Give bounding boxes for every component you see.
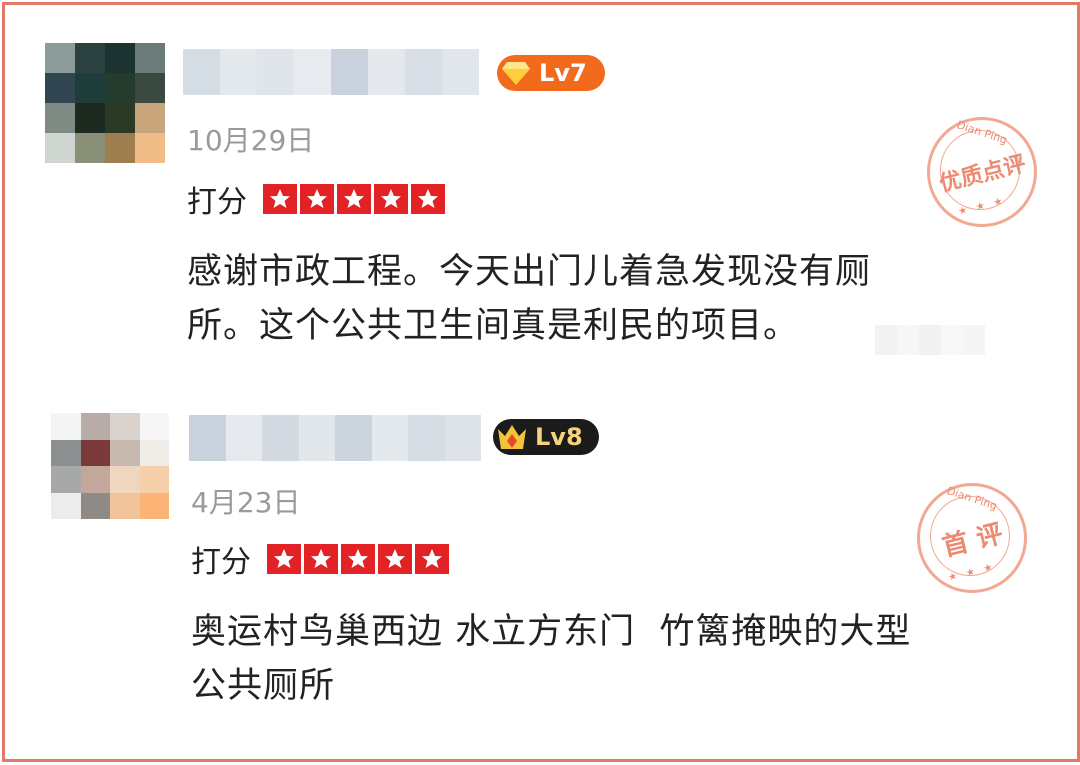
- first-review-stamp: Dian Ping 首 评 ★ ★ ★: [917, 483, 1027, 593]
- rating-label: 打分: [191, 545, 251, 580]
- screenshot-frame: Lv7 10月29日 打分 感谢市政工程。今天出门儿着急发现没有厕 所。这个公共…: [2, 2, 1080, 762]
- star-icon: [341, 544, 375, 574]
- review-text-line: 奥运村鸟巢西边 水立方东门 竹篱掩映的大型: [191, 612, 912, 652]
- review-text-line: 公共厕所: [191, 666, 336, 706]
- review-card: Lv8 4月23日 打分 奥运村鸟巢西边 水立方东门 竹篱掩映的大型 公共厕所 …: [5, 5, 1077, 765]
- star-rating: [267, 544, 452, 574]
- star-icon: [267, 544, 301, 574]
- avatar[interactable]: [51, 413, 169, 519]
- level-badge: Lv8: [493, 419, 599, 455]
- star-icon: [415, 544, 449, 574]
- rating-row: 打分: [191, 537, 452, 581]
- level-label: Lv8: [535, 423, 583, 451]
- star-icon: [378, 544, 412, 574]
- username-blurred[interactable]: [189, 415, 481, 461]
- crown-icon: [493, 419, 531, 455]
- review-date: 4月23日: [191, 486, 301, 519]
- star-icon: [304, 544, 338, 574]
- review-text: 奥运村鸟巢西边 水立方东门 竹篱掩映的大型 公共厕所: [191, 605, 911, 713]
